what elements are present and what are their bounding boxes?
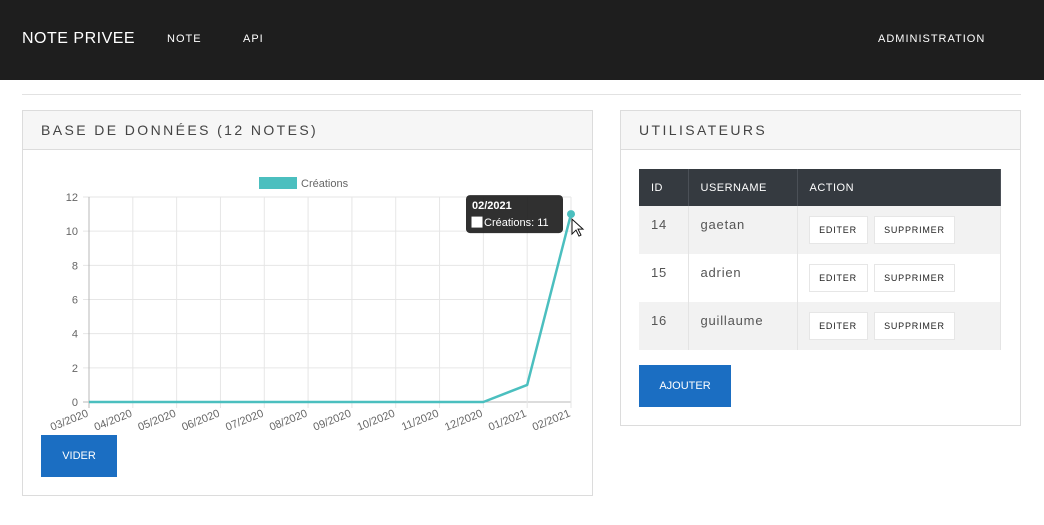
legend-swatch bbox=[259, 177, 297, 189]
brand-link[interactable]: NOTE PRIVEE bbox=[22, 30, 135, 48]
x-axis: 03/2020 04/2020 05/2020 06/2020 07/2020 08/20… bbox=[49, 408, 572, 434]
nav-link-note[interactable]: NOTE bbox=[167, 33, 202, 45]
chart-tooltip: 02/2021 Créations: 11 bbox=[466, 195, 563, 234]
database-panel-title: BASE DE DONNÉES (12 NOTES) bbox=[23, 111, 592, 150]
user-username: guillaume bbox=[688, 302, 798, 350]
x-tick-label: 06/2020 bbox=[180, 408, 221, 434]
nav-link-api[interactable]: API bbox=[243, 33, 264, 45]
x-tick-label: 12/2020 bbox=[443, 408, 484, 434]
table-header-row: ID USERNAME ACTION bbox=[639, 169, 1001, 206]
series-creations bbox=[88, 210, 575, 404]
tooltip-swatch bbox=[471, 216, 483, 228]
x-tick-label: 03/2020 bbox=[49, 408, 90, 434]
clear-database-button[interactable]: VIDER bbox=[41, 435, 117, 477]
users-table: ID USERNAME ACTION 14 gaetan EDITER SUPP… bbox=[639, 169, 1001, 350]
user-actions: EDITER SUPPRIMER bbox=[797, 302, 1001, 350]
x-tick-label: 11/2020 bbox=[400, 408, 441, 434]
column-header-action: ACTION bbox=[797, 169, 1001, 206]
user-id: 15 bbox=[639, 254, 689, 302]
delete-user-button[interactable]: SUPPRIMER bbox=[873, 264, 955, 292]
navbar: NOTE PRIVEE NOTE API ADMINISTRATION bbox=[0, 0, 1044, 80]
edit-user-button[interactable]: EDITER bbox=[808, 312, 868, 340]
x-tick-label: 10/2020 bbox=[355, 408, 396, 434]
series-line bbox=[89, 213, 573, 404]
nav-link-administration[interactable]: ADMINISTRATION bbox=[878, 33, 985, 45]
x-tick-label: 04/2020 bbox=[93, 408, 134, 434]
user-username: adrien bbox=[688, 254, 798, 302]
y-tick-label: 2 bbox=[72, 363, 78, 375]
database-panel: BASE DE DONNÉES (12 NOTES) Créations 0 2 4… bbox=[22, 110, 593, 496]
divider bbox=[22, 94, 1021, 95]
y-tick-label: 12 bbox=[66, 192, 78, 204]
x-tick-label: 02/2021 bbox=[531, 408, 572, 434]
column-header-username: USERNAME bbox=[688, 169, 798, 206]
x-tick-label: 01/2021 bbox=[487, 408, 528, 434]
y-tick-label: 4 bbox=[72, 329, 78, 341]
users-panel-title: UTILISATEURS bbox=[621, 111, 1020, 150]
user-username: gaetan bbox=[688, 206, 798, 254]
y-tick-label: 10 bbox=[66, 226, 78, 238]
table-row: 14 gaetan EDITER SUPPRIMER bbox=[639, 206, 1001, 254]
data-point bbox=[567, 210, 575, 219]
y-axis: 0 2 4 6 8 10 12 bbox=[66, 192, 78, 409]
x-tick-label: 09/2020 bbox=[312, 408, 353, 434]
x-tick-label: 08/2020 bbox=[268, 408, 309, 434]
table-row: 15 adrien EDITER SUPPRIMER bbox=[639, 254, 1001, 302]
y-tick-label: 8 bbox=[72, 260, 78, 272]
user-id: 14 bbox=[639, 206, 689, 254]
y-tick-label: 6 bbox=[72, 295, 78, 307]
x-tick-label: 07/2020 bbox=[224, 408, 265, 434]
edit-user-button[interactable]: EDITER bbox=[808, 264, 868, 292]
users-panel: UTILISATEURS ID USERNAME ACTION 14 gaeta… bbox=[620, 110, 1021, 426]
y-tick-label: 0 bbox=[72, 397, 78, 409]
chart-legend[interactable]: Créations bbox=[259, 177, 349, 190]
delete-user-button[interactable]: SUPPRIMER bbox=[873, 216, 955, 244]
delete-user-button[interactable]: SUPPRIMER bbox=[873, 312, 955, 340]
column-header-id: ID bbox=[639, 169, 689, 206]
mouse-cursor-icon bbox=[571, 217, 585, 237]
user-actions: EDITER SUPPRIMER bbox=[797, 254, 1001, 302]
x-tick-label: 05/2020 bbox=[136, 408, 177, 434]
table-row: 16 guillaume EDITER SUPPRIMER bbox=[639, 302, 1001, 350]
notes-chart: Créations 0 2 4 6 8 10 12 03/2020 04/2020 05/202… bbox=[49, 177, 585, 434]
edit-user-button[interactable]: EDITER bbox=[808, 216, 868, 244]
tooltip-label: Créations: 11 bbox=[484, 217, 549, 229]
user-id: 16 bbox=[639, 302, 689, 350]
add-user-button[interactable]: AJOUTER bbox=[639, 365, 731, 407]
user-actions: EDITER SUPPRIMER bbox=[797, 206, 1001, 254]
tooltip-title: 02/2021 bbox=[472, 200, 512, 212]
legend-label: Créations bbox=[301, 178, 349, 190]
